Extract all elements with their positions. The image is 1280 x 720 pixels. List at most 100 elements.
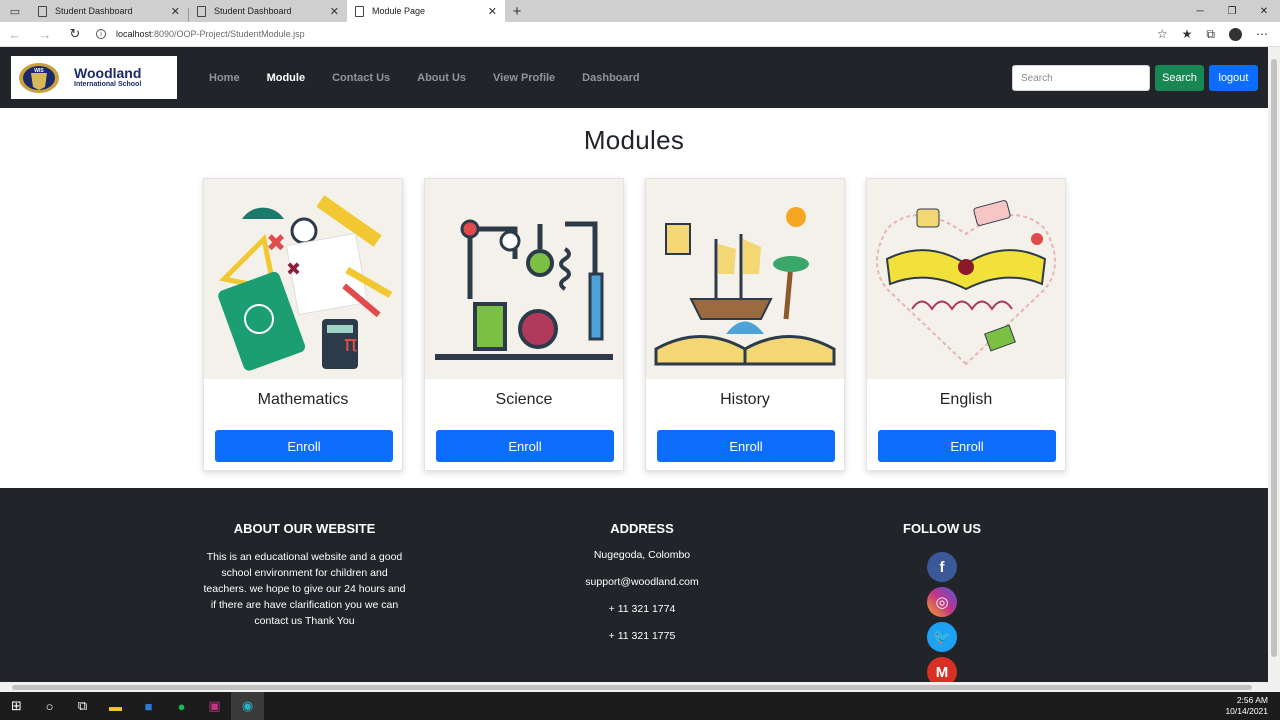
search-button[interactable]: Search — [1155, 65, 1204, 91]
enroll-button-history[interactable]: Enroll — [657, 430, 835, 462]
site-footer: ABOUT OUR WEBSITE This is an educational… — [0, 488, 1268, 682]
instagram-icon[interactable]: ◎ — [927, 587, 957, 617]
url-host: localhost — [116, 29, 152, 39]
clock-date: 10/14/2021 — [1225, 706, 1268, 716]
logo-title: Woodland — [74, 65, 142, 81]
nav-dashboard[interactable]: Dashboard — [582, 72, 639, 84]
outlook-icon[interactable]: ■ — [132, 692, 165, 720]
browser-tab-3[interactable]: Module Page ✕ — [347, 0, 505, 22]
new-tab-button[interactable]: + — [505, 0, 529, 22]
mathematics-illustration: π ✖ ✖ — [204, 179, 402, 379]
twitter-icon[interactable]: 🐦 — [927, 622, 957, 652]
close-icon[interactable]: ✕ — [330, 5, 339, 18]
footer-about-text: This is an educational website and a goo… — [203, 551, 406, 627]
minimize-icon[interactable]: ─ — [1184, 0, 1216, 22]
nav-links: Home Module Contact Us About Us View Pro… — [209, 47, 667, 108]
footer-follow: FOLLOW US f ◎ 🐦 M — [842, 488, 1042, 682]
enroll-button-english[interactable]: Enroll — [878, 430, 1056, 462]
footer-follow-title: FOLLOW US — [903, 521, 981, 536]
url-field[interactable]: i localhost:8090/OOP-Project/StudentModu… — [96, 29, 1157, 39]
app-icon[interactable]: ▣ — [198, 692, 231, 720]
site-navbar: WIS Woodland International School Home M… — [0, 47, 1268, 108]
nav-view-profile[interactable]: View Profile — [493, 72, 555, 84]
footer-address-phone-2: + 11 321 1775 — [608, 630, 676, 642]
window-close-icon[interactable]: ✕ — [1248, 0, 1280, 22]
page-icon — [38, 5, 47, 17]
module-card-history: History Enroll — [645, 178, 845, 471]
close-icon[interactable]: ✕ — [488, 5, 497, 18]
task-view-icon[interactable]: ⧉ — [66, 692, 99, 720]
vertical-scrollbar[interactable] — [1268, 47, 1280, 682]
add-favorite-icon[interactable]: ☆ — [1157, 27, 1168, 41]
collections-icon[interactable]: ⧉ — [1206, 27, 1215, 42]
svg-text:π: π — [344, 332, 357, 357]
scrollbar-thumb[interactable] — [1271, 59, 1277, 657]
tab-label: Module Page — [372, 6, 426, 16]
browser-toolbar-icons: ☆ ★ ⧉ ⋯ — [1157, 27, 1280, 42]
footer-address: ADDRESS Nugegoda, Colombo support@woodla… — [542, 488, 742, 644]
browser-tab-bar: ▭ Student Dashboard ✕ Student Dashboard … — [0, 0, 1280, 22]
tab-actions-icon[interactable]: ▭ — [0, 0, 30, 22]
english-illustration — [867, 179, 1065, 379]
social-links: f ◎ 🐦 M — [842, 552, 1042, 682]
profile-avatar[interactable] — [1229, 27, 1242, 41]
school-logo[interactable]: WIS Woodland International School — [11, 56, 177, 99]
module-title: Science — [495, 391, 553, 408]
crest-icon: WIS — [17, 61, 61, 95]
footer-about-title: ABOUT OUR WEBSITE — [233, 521, 376, 536]
search-icon[interactable]: ○ — [33, 692, 66, 720]
page-icon — [197, 5, 206, 17]
browser-tab-2[interactable]: Student Dashboard ✕ — [189, 0, 347, 22]
browser-tab-1[interactable]: Student Dashboard ✕ — [30, 0, 188, 22]
window-controls: ─ ❐ ✕ — [1184, 0, 1280, 22]
module-title: English — [939, 391, 993, 408]
module-title: History — [720, 391, 770, 408]
logout-button[interactable]: logout — [1209, 65, 1258, 91]
search-input[interactable] — [1012, 65, 1150, 91]
tab-label: Student Dashboard — [214, 6, 292, 16]
main-content: Modules π ✖ ✖ Mathematics Enroll Science… — [0, 108, 1268, 488]
enroll-button-science[interactable]: Enroll — [436, 430, 614, 462]
url-path: :8090/OOP-Project/StudentModule.jsp — [151, 29, 305, 39]
clock-time: 2:56 AM — [1236, 695, 1268, 705]
file-explorer-icon[interactable]: ▬ — [99, 692, 132, 720]
close-icon[interactable]: ✕ — [171, 5, 180, 18]
nav-module[interactable]: Module — [267, 72, 306, 84]
footer-address-location: Nugegoda, Colombo — [593, 549, 691, 561]
scrollbar-corner — [1268, 682, 1280, 692]
module-card-english: English Enroll — [866, 178, 1066, 471]
history-illustration — [646, 179, 844, 379]
more-icon[interactable]: ⋯ — [1256, 27, 1268, 41]
page-icon — [355, 5, 364, 17]
info-icon[interactable]: i — [96, 29, 106, 39]
address-bar: ← → ↻ i localhost:8090/OOP-Project/Stude… — [0, 22, 1280, 47]
logo-subtitle: International School — [74, 81, 142, 88]
footer-about: ABOUT OUR WEBSITE This is an educational… — [200, 488, 409, 629]
restore-icon[interactable]: ❐ — [1216, 0, 1248, 22]
module-card-science: Science Enroll — [424, 178, 624, 471]
module-title: Mathematics — [257, 391, 349, 408]
enroll-button-mathematics[interactable]: Enroll — [215, 430, 393, 462]
edge-browser-icon[interactable]: ◉ — [231, 692, 264, 720]
back-icon[interactable]: ← — [0, 27, 30, 42]
scrollbar-thumb[interactable] — [12, 685, 1252, 690]
crest-text: WIS — [34, 68, 44, 74]
horizontal-scrollbar[interactable] — [0, 682, 1268, 692]
science-illustration — [425, 179, 623, 379]
refresh-icon[interactable]: ↻ — [60, 26, 90, 42]
nav-contact-us[interactable]: Contact Us — [332, 72, 390, 84]
nav-home[interactable]: Home — [209, 72, 240, 84]
favorites-icon[interactable]: ★ — [1182, 27, 1193, 41]
facebook-icon[interactable]: f — [927, 552, 957, 582]
windows-start-icon[interactable]: ⊞ — [0, 692, 33, 720]
system-clock[interactable]: 2:56 AM 10/14/2021 — [1225, 695, 1280, 717]
forward-icon[interactable]: → — [30, 27, 60, 42]
gmail-icon[interactable]: M — [927, 657, 957, 682]
spotify-icon[interactable]: ● — [165, 692, 198, 720]
footer-address-email: support@woodland.com — [585, 576, 699, 588]
footer-address-title: ADDRESS — [610, 521, 674, 536]
windows-taskbar: ⊞ ○ ⧉ ▬ ■ ● ▣ ◉ 2:56 AM 10/14/2021 — [0, 692, 1280, 720]
nav-about-us[interactable]: About Us — [417, 72, 466, 84]
page-title: Modules — [583, 125, 685, 155]
footer-address-phone-1: + 11 321 1774 — [608, 603, 676, 615]
